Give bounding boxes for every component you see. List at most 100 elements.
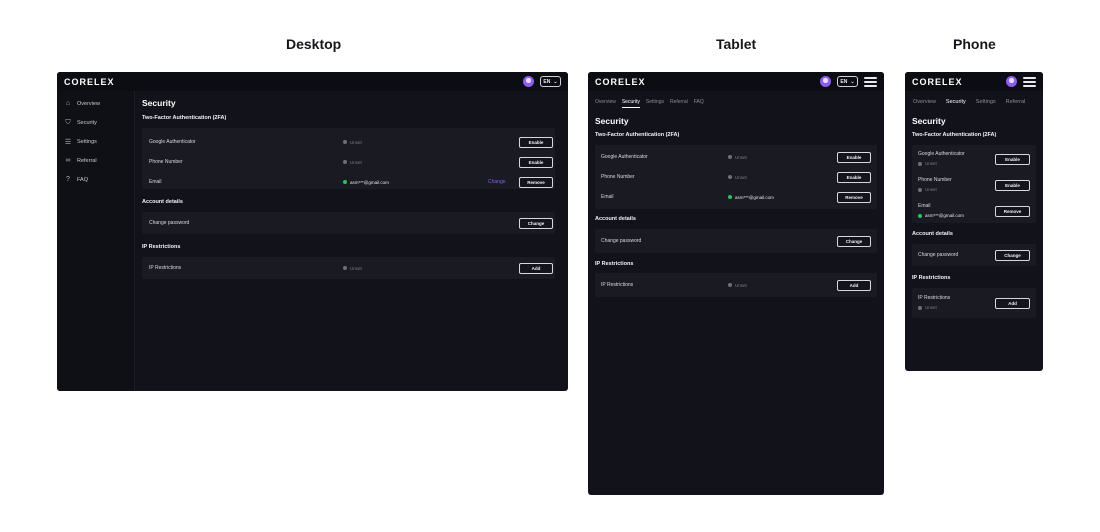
tab-bar: Overview Security Settings Referral <box>913 99 1043 105</box>
avatar[interactable] <box>523 76 534 87</box>
row-label: Phone Number <box>601 174 635 180</box>
menu-icon[interactable] <box>864 76 877 87</box>
avatar[interactable] <box>1006 76 1017 87</box>
tab-referral[interactable]: Referral <box>670 99 688 105</box>
enable-phone-button[interactable]: Enable <box>519 156 553 168</box>
tab-security[interactable]: Security <box>621 99 640 108</box>
phone-heading: Phone <box>953 36 996 52</box>
status-text: Unset <box>350 159 362 165</box>
shield-icon: ⛉ <box>65 118 71 126</box>
status-dot-icon <box>343 266 347 270</box>
row-label: Email <box>149 179 162 185</box>
page-title: Security <box>912 116 946 126</box>
tab-security[interactable]: Security <box>946 99 966 105</box>
twofa-row-email: Email asm***@gmail.com Remove <box>595 187 877 207</box>
change-password-button[interactable]: Change <box>519 217 553 229</box>
ip-row: IP Restrictions Unset Add <box>142 257 555 279</box>
sidebar-item-label: Settings <box>77 138 97 145</box>
row-label: Change password <box>601 238 642 244</box>
remove-email-button[interactable]: Remove <box>995 206 1030 217</box>
language-selector[interactable]: EN ⌄ <box>837 76 858 87</box>
tab-settings[interactable]: Settings <box>646 99 664 105</box>
twofa-row-google: Google Authenticator Unset Enable <box>912 147 1036 173</box>
change-password-button[interactable]: Change <box>995 249 1030 261</box>
tab-settings[interactable]: Settings <box>976 99 996 105</box>
status-dot-icon <box>728 175 732 179</box>
enable-google-button[interactable]: Enable <box>995 154 1030 165</box>
status-text: Unset <box>735 282 747 288</box>
row-label: Email <box>601 194 614 200</box>
enable-phone-button[interactable]: Enable <box>995 180 1030 191</box>
remove-email-button[interactable]: Remove <box>837 191 871 203</box>
account-row-password: Change password Change <box>595 229 877 253</box>
sidebar-item-overview[interactable]: ⌂ Overview <box>57 94 134 113</box>
row-label: Google Authenticator <box>149 139 196 145</box>
status-indicator: asm***@gmail.com <box>343 180 389 185</box>
add-ip-button[interactable]: Add <box>995 298 1030 309</box>
logo[interactable]: CORELEX <box>64 77 115 87</box>
twofa-row-phone: Phone Number Unset Enable <box>142 152 555 172</box>
account-panel: Change password Change <box>595 229 877 253</box>
status-text: Unset <box>350 139 362 145</box>
status-dot-icon <box>918 213 922 218</box>
row-label: IP Restrictions <box>601 282 634 288</box>
account-details-title: Account details <box>142 199 183 205</box>
status-dot-icon <box>343 160 347 164</box>
menu-icon[interactable] <box>1023 76 1036 87</box>
enable-google-button[interactable]: Enable <box>837 151 871 163</box>
status-indicator: Unset <box>918 305 937 310</box>
change-email-link[interactable]: Change <box>488 179 506 185</box>
change-password-button[interactable]: Change <box>837 235 871 247</box>
ip-panel: IP Restrictions Unset Add <box>595 273 877 297</box>
top-bar: CORELEX EN ⌄ <box>57 72 568 91</box>
add-ip-button[interactable]: Add <box>519 262 553 274</box>
sidebar-item-settings[interactable]: ☰ Settings <box>57 132 134 151</box>
status-indicator: Unset <box>918 187 937 192</box>
page-title: Security <box>142 98 176 108</box>
sidebar-item-referral[interactable]: ∞ Referral <box>57 151 134 170</box>
status-text: asm***@gmail.com <box>925 213 964 218</box>
main-content: Security Two-Factor Authentication (2FA)… <box>595 116 877 297</box>
account-details-title: Account details <box>912 231 953 237</box>
twofa-row-email: Email asm***@gmail.com Remove <box>912 199 1036 225</box>
sidebar-item-label: Overview <box>77 100 100 107</box>
tab-referral[interactable]: Referral <box>1006 99 1026 105</box>
status-text: Unset <box>925 161 937 166</box>
twofa-title: Two-Factor Authentication (2FA) <box>142 115 227 121</box>
add-ip-button[interactable]: Add <box>837 279 871 291</box>
enable-google-button[interactable]: Enable <box>519 136 553 148</box>
status-dot-icon <box>728 195 732 199</box>
language-label: EN <box>543 78 551 85</box>
page-title: Security <box>595 116 629 126</box>
status-indicator: Unset <box>728 155 747 160</box>
status-text: Unset <box>350 265 362 271</box>
tab-overview[interactable]: Overview <box>913 99 936 105</box>
main-content: Security Two-Factor Authentication (2FA)… <box>912 116 1036 318</box>
status-dot-icon <box>918 187 922 192</box>
tablet-heading: Tablet <box>716 36 757 52</box>
status-indicator: Unset <box>918 161 937 166</box>
tab-faq[interactable]: FAQ <box>694 99 704 105</box>
twofa-row-phone: Phone Number Unset Enable <box>912 173 1036 199</box>
sidebar-item-security[interactable]: ⛉ Security <box>57 113 134 132</box>
twofa-title: Two-Factor Authentication (2FA) <box>595 132 680 138</box>
sidebar-item-faq[interactable]: ? FAQ <box>57 170 134 189</box>
status-indicator: Unset <box>728 283 747 288</box>
enable-phone-button[interactable]: Enable <box>837 171 871 183</box>
ip-restrictions-title: IP Restrictions <box>142 244 181 250</box>
avatar[interactable] <box>820 76 831 87</box>
ip-restrictions-title: IP Restrictions <box>912 275 951 281</box>
status-text: Unset <box>925 187 937 192</box>
language-selector[interactable]: EN ⌄ <box>540 76 561 87</box>
sidebar: ⌂ Overview ⛉ Security ☰ Settings ∞ Refer… <box>57 91 135 391</box>
row-label: Google Authenticator <box>601 154 648 160</box>
status-dot-icon <box>918 161 922 166</box>
logo[interactable]: CORELEX <box>912 77 963 87</box>
status-indicator: asm***@gmail.com <box>918 213 964 218</box>
desktop-heading: Desktop <box>286 36 342 52</box>
tab-overview[interactable]: Overview <box>595 99 616 105</box>
remove-email-button[interactable]: Remove <box>519 176 553 188</box>
link-icon: ∞ <box>65 157 71 164</box>
account-details-title: Account details <box>595 216 636 222</box>
logo[interactable]: CORELEX <box>595 77 646 87</box>
